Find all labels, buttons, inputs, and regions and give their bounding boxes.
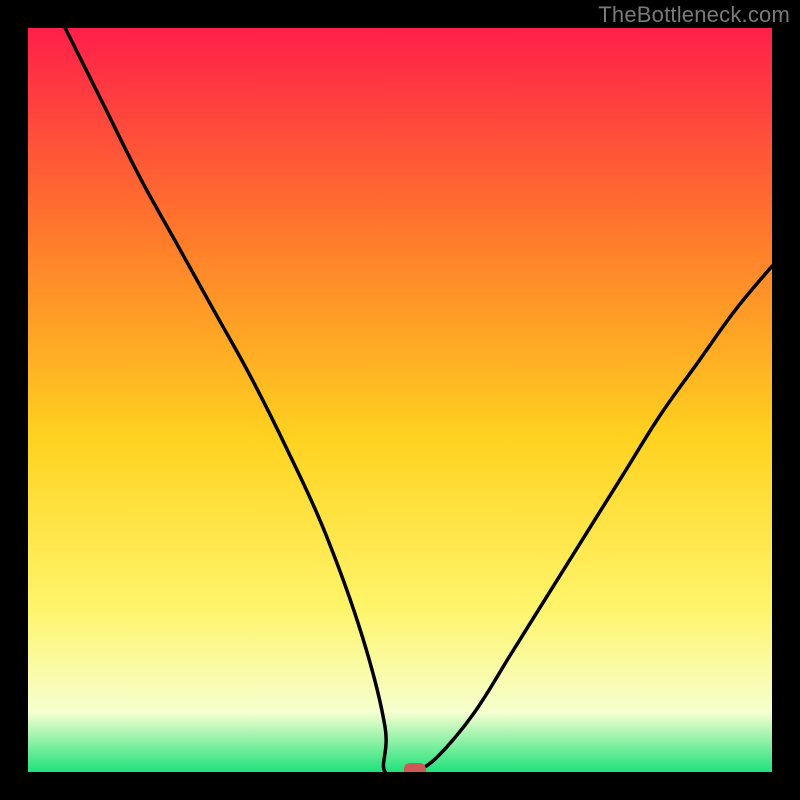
chart-frame: TheBottleneck.com	[0, 0, 800, 800]
current-config-marker	[404, 763, 426, 772]
chart-svg	[28, 28, 772, 772]
watermark-text: TheBottleneck.com	[598, 2, 790, 28]
plot-area	[28, 28, 772, 772]
gradient-background	[28, 28, 772, 772]
